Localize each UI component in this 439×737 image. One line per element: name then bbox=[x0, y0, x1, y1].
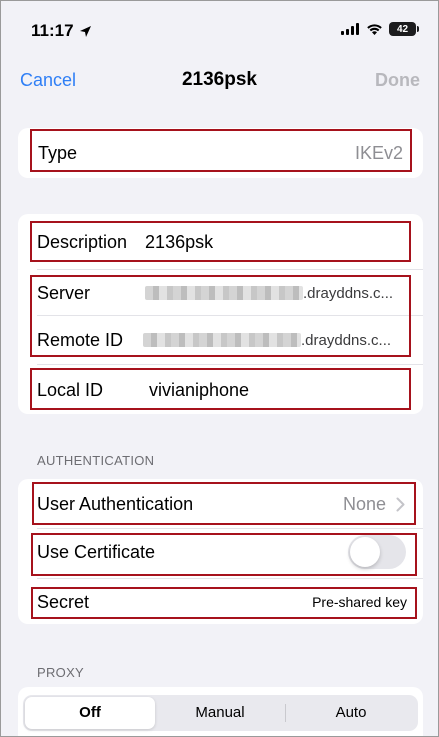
highlight-description bbox=[30, 221, 411, 262]
highlight-local-id bbox=[30, 368, 411, 410]
status-time-group: 11:17 bbox=[31, 21, 92, 41]
proxy-option-off[interactable]: Off bbox=[25, 697, 155, 729]
cancel-button[interactable]: Cancel bbox=[20, 70, 76, 91]
proxy-header: PROXY bbox=[37, 665, 85, 680]
status-time: 11:17 bbox=[31, 21, 74, 40]
proxy-segmented-control: Off Manual Auto bbox=[23, 695, 418, 731]
highlight-user-auth bbox=[32, 482, 416, 525]
proxy-option-manual[interactable]: Manual bbox=[155, 697, 285, 729]
highlight-use-certificate bbox=[31, 533, 417, 576]
battery-icon: 42 bbox=[389, 22, 419, 36]
status-icons: 42 bbox=[341, 22, 419, 36]
proxy-option-auto[interactable]: Auto bbox=[286, 697, 416, 729]
battery-level: 42 bbox=[396, 23, 409, 35]
highlight-secret bbox=[31, 587, 417, 619]
done-button[interactable]: Done bbox=[375, 70, 420, 91]
cellular-signal-icon bbox=[341, 23, 359, 35]
authentication-header: AUTHENTICATION bbox=[37, 453, 155, 468]
settings-screen: 11:17 42 2136psk Cancel Done Type IKEv2 bbox=[0, 0, 439, 737]
highlight-type bbox=[30, 129, 412, 172]
location-arrow-icon bbox=[79, 25, 91, 37]
wifi-icon bbox=[367, 23, 382, 35]
highlight-server-remote bbox=[30, 275, 411, 357]
